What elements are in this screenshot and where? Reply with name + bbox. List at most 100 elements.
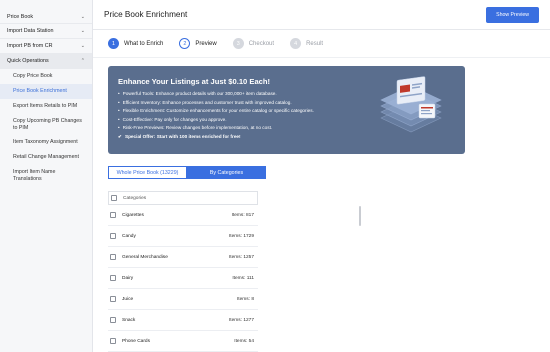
- step-label: Checkout: [248, 40, 275, 47]
- banner-bullet: • Flexible Enrichment: Customize enhancem…: [118, 107, 314, 116]
- chevron-up-icon: ⌃: [80, 58, 85, 64]
- sidebar-subitem-label: Copy Upcoming PB Changes to PIM: [13, 117, 82, 131]
- category-item-count: Items: 1729: [228, 233, 254, 239]
- sidebar-item-label: Quick Operations: [7, 58, 49, 64]
- promo-banner: Enhance Your Listings at Just $0.10 Each…: [108, 66, 465, 154]
- step-preview[interactable]: 2 Preview: [179, 38, 217, 49]
- sidebar-subitem-label: Price Book Enrichment: [13, 88, 67, 94]
- row-left: Snack: [110, 317, 135, 323]
- step-number: 2: [179, 38, 191, 49]
- table-row[interactable]: Snack Items: 1277: [108, 310, 258, 331]
- sidebar: Price Book ⌄ Import Data Station ⌄ Impor…: [0, 0, 93, 352]
- chevron-down-icon: ⌄: [80, 28, 85, 34]
- step-number: 4: [290, 38, 302, 49]
- show-preview-button[interactable]: Show Preview: [486, 6, 539, 23]
- sidebar-item-price-book[interactable]: Price Book ⌄: [0, 10, 92, 24]
- row-left: Juice: [110, 296, 133, 302]
- row-checkbox[interactable]: [110, 233, 116, 239]
- step-what-to-enrich[interactable]: 1 What to Enrich: [108, 38, 163, 49]
- row-checkbox[interactable]: [110, 275, 116, 281]
- banner-bullet-text: Powerful Tools: Enhance product details …: [122, 91, 277, 96]
- category-name: Cigarettes: [122, 212, 144, 218]
- category-item-count: Items: 54: [234, 338, 254, 344]
- sidebar-subitem-export-items-retails[interactable]: Export Items Retails to PIM: [0, 99, 92, 114]
- step-number: 1: [108, 38, 119, 49]
- row-left: Candy: [110, 233, 136, 239]
- chevron-down-icon: ⌄: [80, 43, 85, 49]
- bullet-icon: •: [118, 91, 120, 96]
- row-left: Cigarettes: [110, 212, 144, 218]
- sidebar-subitem-copy-upcoming-pb-changes[interactable]: Copy Upcoming PB Changes to PIM: [0, 114, 92, 135]
- table-row[interactable]: Dairy Items: 111: [108, 268, 258, 289]
- row-checkbox[interactable]: [110, 338, 116, 344]
- step-label: Preview: [195, 40, 217, 47]
- sidebar-subitem-item-taxonomy-assignment[interactable]: Item Taxonomy Assignment: [0, 135, 92, 150]
- table-row[interactable]: Cigarettes Items: 817: [108, 205, 258, 226]
- sidebar-subitem-label: Retail Change Management: [13, 154, 79, 160]
- row-left: Dairy: [110, 275, 133, 281]
- stepper: 1 What to Enrich 2 Preview 3 Checkout 4 …: [93, 30, 550, 58]
- row-checkbox[interactable]: [110, 212, 116, 218]
- categories-header-left: Categories: [111, 195, 146, 201]
- step-result: 4 Result: [290, 38, 323, 49]
- banner-special-offer: ✔ Special Offer: Start with 100 items enr…: [118, 133, 314, 142]
- sidebar-subitem-price-book-enrichment[interactable]: Price Book Enrichment: [0, 84, 92, 99]
- row-checkbox[interactable]: [110, 317, 116, 323]
- chevron-down-icon: ⌄: [80, 13, 85, 20]
- bullet-icon: •: [118, 125, 120, 130]
- sidebar-subitem-copy-price-book[interactable]: Copy Price Book: [0, 69, 92, 84]
- category-name: Snack: [122, 317, 136, 323]
- by-categories-option[interactable]: By Categories: [187, 166, 266, 179]
- category-name: General Merchandise: [122, 254, 168, 260]
- table-row[interactable]: General Merchandise Items: 1257: [108, 247, 258, 268]
- sidebar-item-label: Price Book: [7, 13, 34, 20]
- banner-bullet-text: Efficient Inventory: Enhance processes a…: [122, 99, 292, 105]
- banner-bullet: • Efficient Inventory: Enhance processes …: [118, 99, 314, 108]
- categories-header-label: Categories: [123, 195, 147, 201]
- banner-bullet-text: Cost-Effective: Pay only for changes you…: [122, 116, 227, 122]
- sidebar-item-quick-operations[interactable]: Quick Operations ⌃: [0, 54, 92, 69]
- row-left: Phone Cards: [110, 338, 150, 344]
- sidebar-subitem-label: Export Items Retails to PIM: [13, 103, 78, 109]
- categories-header-row: Categories: [108, 191, 258, 205]
- check-icon: ✔: [118, 133, 122, 139]
- banner-special-text: Special Offer: Start with 100 items enri…: [124, 133, 241, 139]
- table-row[interactable]: Phone Cards Items: 54: [108, 331, 258, 352]
- step-checkout: 3 Checkout: [232, 38, 275, 49]
- category-name: Candy: [122, 233, 136, 239]
- table-row[interactable]: Juice Items: 8: [108, 289, 258, 310]
- row-checkbox[interactable]: [110, 296, 116, 302]
- table-row[interactable]: Candy Items: 1729: [108, 226, 258, 247]
- category-name: Phone Cards: [122, 338, 150, 344]
- banner-title: Enhance Your Listings at Just $0.10 Each…: [118, 77, 271, 86]
- categories-list: Categories Cigarettes Items: 817 Candy I…: [108, 191, 258, 352]
- step-label: What to Enrich: [124, 40, 164, 47]
- banner-bullet: • Cost-Effective: Pay only for changes yo…: [118, 116, 314, 125]
- sidebar-item-import-pb-from-cr[interactable]: Import PB from CR ⌄: [0, 39, 92, 54]
- banner-bullet-text: Risk-Free Previews: Review changes befor…: [122, 125, 273, 130]
- sidebar-subitem-label: Import Item Name Translations: [13, 168, 56, 182]
- sidebar-item-import-data-station[interactable]: Import Data Station ⌄: [0, 24, 92, 39]
- main-content: Price Book Enrichment Show Preview 1 Wha…: [93, 0, 550, 352]
- list-scrollbar[interactable]: [359, 206, 361, 226]
- layered-catalog-illustration-icon: [380, 76, 442, 133]
- page-title: Price Book Enrichment: [104, 10, 188, 19]
- category-item-count: Items: 817: [231, 212, 254, 218]
- sidebar-subitem-import-item-name-translations[interactable]: Import Item Name Translations: [0, 165, 92, 186]
- sidebar-item-label: Import PB from CR: [7, 43, 53, 49]
- row-checkbox[interactable]: [110, 254, 116, 260]
- category-item-count: Items: 8: [236, 296, 254, 302]
- step-label: Result: [306, 40, 324, 47]
- select-all-checkbox[interactable]: [111, 195, 117, 201]
- whole-price-book-option[interactable]: Whole Price Book (13229): [108, 166, 187, 179]
- category-name: Dairy: [122, 275, 134, 281]
- banner-bullets: • Powerful Tools: Enhance product details…: [118, 90, 314, 141]
- category-name: Juice: [122, 296, 134, 302]
- sidebar-item-label: Import Data Station: [7, 28, 54, 34]
- page-header: Price Book Enrichment Show Preview: [93, 0, 550, 30]
- bullet-icon: •: [118, 99, 120, 105]
- banner-bullet-text: Flexible Enrichment: Customize enhanceme…: [122, 108, 314, 113]
- row-left: General Merchandise: [110, 254, 168, 260]
- banner-bullet: • Risk-Free Previews: Review changes befo…: [118, 124, 314, 133]
- sidebar-subitem-retail-change-management[interactable]: Retail Change Management: [0, 150, 92, 165]
